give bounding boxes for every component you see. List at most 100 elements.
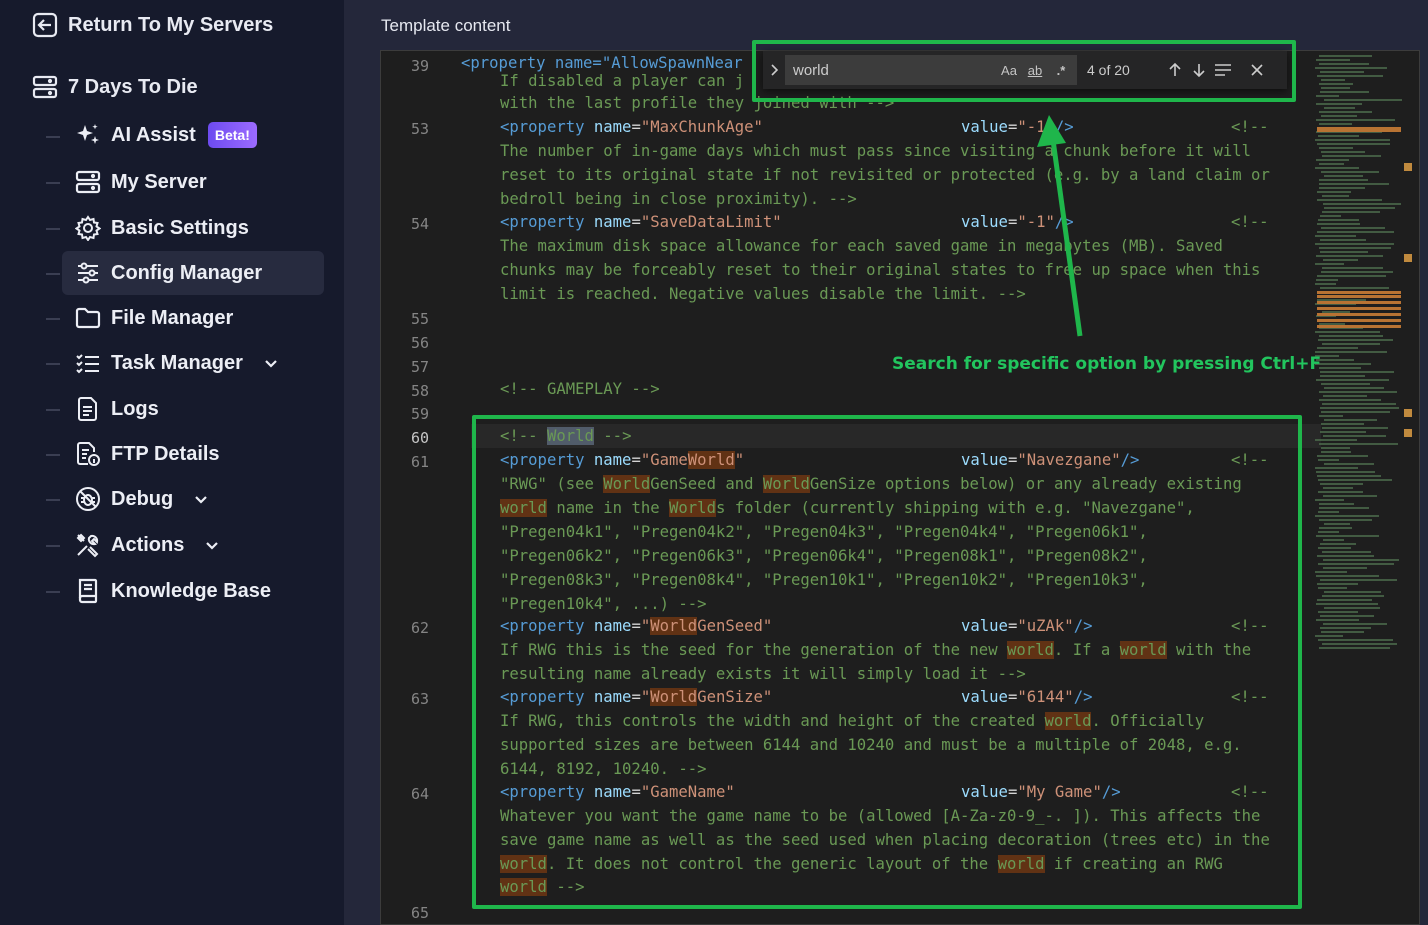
sidebar-item-basic-settings[interactable]: Basic Settings <box>62 206 324 250</box>
minimap-line <box>1320 251 1368 253</box>
tree-tick <box>46 591 60 593</box>
sidebar-item-config-manager[interactable]: Config Manager <box>62 251 324 295</box>
minimap-line <box>1323 495 1377 497</box>
sidebar-item-ftp-details[interactable]: FTP Details <box>62 432 324 476</box>
code-comment: The maximum disk space allowance for eac… <box>500 237 1223 255</box>
minimap-line <box>1322 267 1383 269</box>
minimap-line <box>1324 175 1363 177</box>
minimap-line <box>1324 99 1402 101</box>
sliders-icon <box>78 262 98 284</box>
minimap-line <box>1322 551 1371 553</box>
minimap-line <box>1319 367 1361 369</box>
minimap-line <box>1317 475 1381 477</box>
minimap-line <box>1323 567 1367 569</box>
tree-tick <box>46 318 60 320</box>
sidebar-item-task-manager[interactable]: Task Manager <box>62 341 324 385</box>
sidebar-item-label: Basic Settings <box>111 216 249 239</box>
return-to-servers-label: Return To My Servers <box>68 13 274 36</box>
code-comment-open: <!-- <box>1231 118 1269 136</box>
minimap-line <box>1322 343 1380 345</box>
minimap-line <box>1323 259 1358 261</box>
minimap-line <box>1321 451 1351 453</box>
minimap-line <box>1321 227 1385 229</box>
minimap-line <box>1316 535 1379 537</box>
annotation-box-results <box>472 415 1302 909</box>
editor-minimap[interactable] <box>1311 51 1419 924</box>
minimap-line <box>1316 359 1354 361</box>
minimap-line <box>1318 479 1392 481</box>
minimap-line <box>1316 379 1389 381</box>
tree-tick <box>46 182 60 184</box>
sidebar-item-label: Task Manager <box>111 351 243 374</box>
sidebar: Return To My Servers 7 Days To Die AI As… <box>0 0 344 925</box>
tree-tick <box>46 499 60 501</box>
tree-tick <box>46 545 60 547</box>
book-icon <box>78 578 98 604</box>
code-value: value="-1"/> <box>961 118 1074 136</box>
minimap-line <box>1321 423 1364 425</box>
file-info-icon <box>77 442 100 466</box>
code-line: If disabled a player can j <box>500 69 744 93</box>
minimap-line <box>1320 215 1341 217</box>
sidebar-item-my-server[interactable]: My Server <box>62 160 324 204</box>
code-line: <property name="MaxChunkAge" <box>500 118 763 136</box>
minimap-line <box>1320 287 1389 289</box>
document-icon <box>78 397 97 421</box>
minimap-line <box>1315 263 1344 265</box>
minimap-line <box>1315 139 1390 141</box>
sidebar-item-logs[interactable]: Logs <box>62 387 324 431</box>
minimap-line <box>1320 371 1394 373</box>
minimap-match <box>1317 291 1401 294</box>
sidebar-item-debug[interactable]: Debug <box>62 477 324 521</box>
scrollbar-match-marker <box>1404 163 1412 171</box>
minimap-line <box>1324 107 1355 109</box>
minimap-line <box>1323 203 1401 205</box>
minimap-line <box>1318 135 1359 137</box>
minimap-line <box>1321 87 1350 89</box>
minimap-line <box>1318 511 1339 513</box>
minimap-line <box>1320 91 1369 93</box>
minimap-line <box>1323 395 1367 397</box>
sidebar-item-label: FTP Details <box>111 442 220 465</box>
minimap-line <box>1320 407 1399 409</box>
minimap-line <box>1315 499 1344 501</box>
minimap-match <box>1317 307 1401 310</box>
sidebar-item-ai-assist[interactable]: AI Assist Beta! <box>62 113 324 157</box>
beta-badge: Beta! <box>207 122 257 148</box>
sidebar-item-knowledge-base[interactable]: Knowledge Base <box>62 569 324 613</box>
minimap-line <box>1317 75 1383 77</box>
chevron-down-icon <box>195 496 207 504</box>
minimap-line <box>1315 571 1347 573</box>
minimap-line <box>1316 95 1339 97</box>
minimap-line <box>1320 239 1366 241</box>
sidebar-item-actions[interactable]: Actions <box>62 523 324 567</box>
minimap-line <box>1319 391 1397 393</box>
scrollbar-match-marker <box>1404 409 1412 417</box>
minimap-line <box>1315 331 1380 333</box>
minimap-match <box>1317 325 1401 328</box>
minimap-line <box>1322 595 1384 597</box>
server-icon <box>32 75 58 99</box>
minimap-line <box>1315 635 1343 637</box>
minimap-line <box>1315 467 1358 469</box>
minimap-line <box>1320 579 1397 581</box>
minimap-line <box>1317 191 1351 193</box>
minimap-line <box>1321 271 1393 273</box>
sidebar-item-file-manager[interactable]: File Manager <box>62 296 324 340</box>
minimap-line <box>1316 255 1383 257</box>
minimap-match <box>1317 319 1401 322</box>
minimap-line <box>1322 211 1380 213</box>
minimap-line <box>1316 59 1350 61</box>
minimap-line <box>1316 471 1375 473</box>
minimap-line <box>1315 283 1336 285</box>
minimap-line <box>1317 347 1358 349</box>
minimap-match <box>1317 313 1401 316</box>
tools-icon <box>76 533 99 558</box>
minimap-line <box>1324 463 1374 465</box>
minimap-line <box>1316 575 1379 577</box>
minimap-match <box>1317 129 1401 132</box>
tree-tick <box>46 409 60 411</box>
return-to-servers-link[interactable]: Return To My Servers <box>32 10 273 40</box>
minimap-line <box>1319 335 1383 337</box>
sidebar-item-label: Knowledge Base <box>111 579 272 602</box>
